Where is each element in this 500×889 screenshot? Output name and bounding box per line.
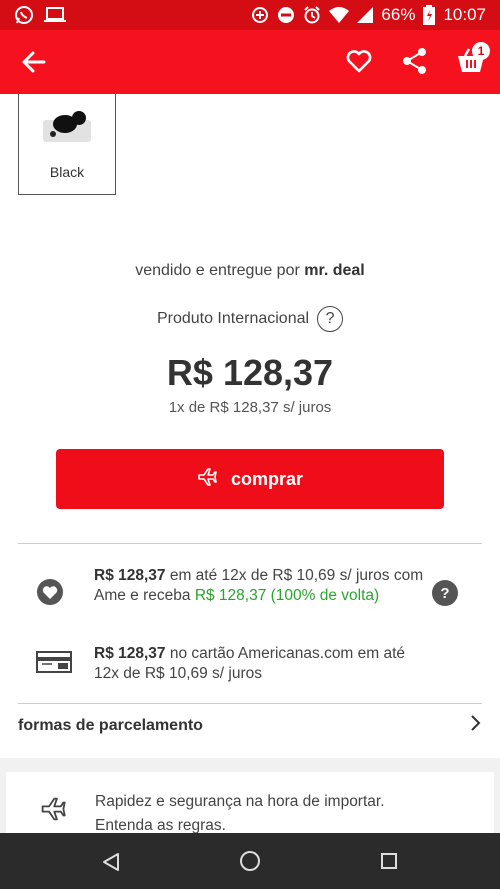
divider [18, 703, 482, 704]
airplane-icon [197, 467, 217, 492]
whatsapp-icon [14, 5, 34, 25]
cart-count-badge: 1 [472, 42, 490, 60]
earbuds-product-image [41, 106, 93, 144]
import-info-card[interactable]: Rapidez e segurança na hora de importar.… [6, 772, 494, 833]
battery-percent: 66% [381, 5, 416, 24]
international-label: Produto Internacional [156, 310, 310, 327]
favorite-heart-icon[interactable] [345, 47, 373, 80]
seller-info: vendido e entregue por mr. deal [0, 262, 500, 280]
ame-offer-text: R$ 128,37 em até 12x de R$ 10,69 s/ juro… [94, 566, 424, 606]
divider [18, 543, 482, 544]
chevron-right-icon [470, 714, 482, 737]
status-bar: 66% 10:07 [0, 0, 500, 30]
import-info-line2[interactable]: Entenda as regras. [95, 814, 455, 833]
buy-button[interactable]: comprar [56, 449, 444, 509]
app-bar: 1 [0, 30, 500, 94]
seller-name[interactable]: mr. deal [304, 262, 364, 279]
installment-options-link[interactable]: formas de parcelamento [18, 714, 482, 737]
clock: 10:07 [443, 5, 486, 24]
buy-button-label: comprar [230, 468, 304, 489]
variant-label: Black [49, 164, 85, 180]
help-icon[interactable]: ? [317, 306, 344, 332]
share-icon[interactable] [402, 47, 428, 80]
import-info-line1: Rapidez e segurança na hora de importar. [95, 793, 385, 810]
signal-icon [357, 7, 374, 23]
import-info-text: Rapidez e segurança na hora de importar.… [95, 790, 455, 833]
card-offer: R$ 128,37 no cartão Americanas.com em at… [36, 644, 476, 684]
seller-prefix: vendido e entregue por [135, 262, 300, 279]
system-nav-bar [0, 833, 500, 889]
variant-swatch-black[interactable]: Black [18, 94, 116, 195]
card-offer-amount: R$ 128,37 [94, 645, 166, 662]
product-detail: Black vendido e entregue por mr. deal Pr… [0, 94, 500, 833]
wifi-icon [329, 7, 350, 23]
back-nav-icon[interactable] [102, 852, 120, 877]
airplane-icon [40, 796, 66, 827]
alarm-icon [303, 6, 321, 24]
data-saver-icon [251, 6, 269, 24]
credit-card-icon [36, 650, 74, 679]
international-product: Produto Internacional ? [0, 306, 500, 332]
home-nav-icon[interactable] [240, 851, 260, 871]
recents-nav-icon[interactable] [381, 853, 397, 869]
ame-cashback: R$ 128,37 (100% de volta) [194, 587, 380, 604]
laptop-icon [44, 6, 66, 24]
ame-help-icon[interactable]: ? [432, 580, 458, 606]
ame-offer-amount: R$ 128,37 [94, 567, 166, 584]
ame-heart-icon [36, 578, 74, 611]
battery-icon [423, 5, 436, 25]
installment-options-label: formas de parcelamento [18, 716, 203, 734]
back-arrow-icon[interactable] [20, 48, 48, 76]
do-not-disturb-icon [277, 6, 295, 24]
installment-info: 1x de R$ 128,37 s/ juros [168, 399, 332, 416]
product-price: R$ 128,37 [166, 352, 334, 393]
ame-offer: R$ 128,37 em até 12x de R$ 10,69 s/ juro… [36, 566, 476, 611]
card-offer-text: R$ 128,37 no cartão Americanas.com em at… [94, 644, 424, 684]
